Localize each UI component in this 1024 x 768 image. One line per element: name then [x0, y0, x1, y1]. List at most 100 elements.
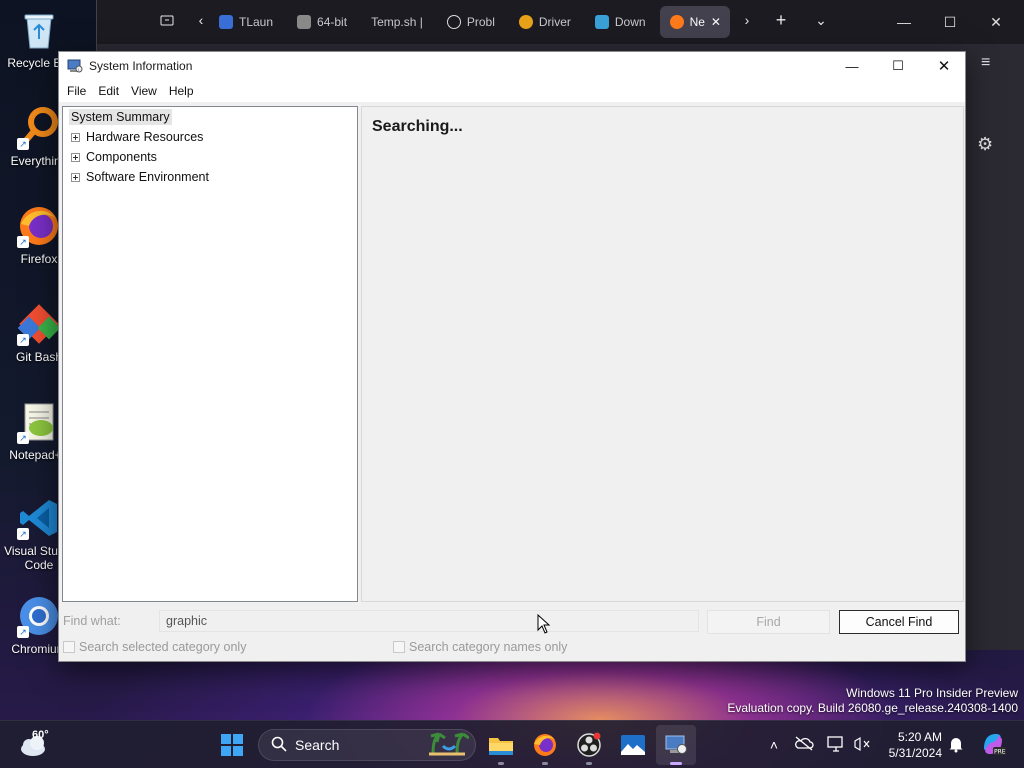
- recycle-bin-icon: [17, 8, 61, 52]
- checkbox-box[interactable]: [63, 641, 75, 653]
- system-information-app-icon: [665, 735, 687, 754]
- system-information-window: i System Information — ☐ ✕ File Edit Vie…: [58, 51, 966, 662]
- find-bar: Find what: Find Cancel Find Search selec…: [59, 606, 965, 662]
- search-selected-category-checkbox[interactable]: Search selected category only: [63, 640, 246, 654]
- search-highlight-icon: [423, 732, 470, 759]
- windows-logo-icon: [221, 734, 243, 756]
- photos-icon: [621, 735, 645, 755]
- weather-temperature: 60°: [32, 729, 49, 741]
- driver-icon: [518, 15, 533, 29]
- taskbar: 60° Search ˄ 5:20 AM 5/31/2024 PRE: [0, 720, 1024, 768]
- taskbar-firefox[interactable]: [529, 729, 561, 765]
- copilot-icon[interactable]: PRE: [980, 731, 1006, 757]
- os-watermark: Windows 11 Pro Insider Preview Evaluatio…: [727, 686, 1018, 715]
- file-icon: [297, 15, 312, 29]
- category-tree[interactable]: System Summary Hardware Resources Compon…: [62, 106, 358, 602]
- tree-item-software-environment[interactable]: Software Environment: [63, 167, 357, 187]
- menu-view[interactable]: View: [125, 80, 163, 102]
- start-button[interactable]: [216, 729, 248, 761]
- menu-help[interactable]: Help: [163, 80, 200, 102]
- network-volume-icon[interactable]: [852, 735, 872, 755]
- tree-item-hardware-resources[interactable]: Hardware Resources: [63, 127, 357, 147]
- firefox-icon: [534, 734, 556, 756]
- menu-edit[interactable]: Edit: [92, 80, 125, 102]
- search-category-names-checkbox[interactable]: Search category names only: [393, 640, 567, 654]
- minimize-button[interactable]: —: [829, 52, 875, 80]
- tree-item-system-summary[interactable]: System Summary: [63, 107, 357, 127]
- notification-bell-icon[interactable]: [946, 735, 966, 755]
- find-button[interactable]: Find: [707, 610, 830, 634]
- title-bar[interactable]: i System Information — ☐ ✕: [59, 52, 965, 80]
- tree-item-components[interactable]: Components: [63, 147, 357, 167]
- minimize-icon[interactable]: —: [881, 0, 927, 44]
- maximize-icon[interactable]: ☐: [927, 0, 973, 44]
- info-icon: [446, 15, 461, 29]
- mouse-cursor-icon: [537, 614, 551, 634]
- gear-icon[interactable]: ⚙: [977, 134, 993, 155]
- menu-bar: File Edit View Help: [59, 80, 965, 102]
- shortcut-arrow-icon: ↗: [17, 236, 29, 248]
- close-icon[interactable]: ✕: [973, 0, 1019, 44]
- browser-tab[interactable]: 64-bit: [287, 6, 357, 38]
- details-pane: Searching...: [361, 106, 964, 602]
- expand-icon[interactable]: [71, 132, 80, 142]
- clock-time: 5:20 AM: [897, 730, 942, 744]
- taskbar-search-box[interactable]: Search: [258, 729, 476, 761]
- maximize-button[interactable]: ☐: [875, 52, 921, 80]
- firefox-icon: [669, 15, 684, 29]
- svg-text:PRE: PRE: [994, 749, 1006, 756]
- vscode-icon: ↗: [17, 496, 61, 540]
- shortcut-arrow-icon: ↗: [17, 334, 29, 346]
- browser-tab[interactable]: Down: [585, 6, 656, 38]
- taskbar-system-information[interactable]: [656, 725, 696, 765]
- download-site-icon: [594, 15, 609, 29]
- shortcut-arrow-icon: ↗: [17, 432, 29, 444]
- expand-icon[interactable]: [71, 172, 80, 182]
- status-text: Searching...: [372, 118, 463, 135]
- everything-search-icon: ↗: [17, 106, 61, 150]
- notepad-plus-plus-icon: ↗: [17, 400, 61, 444]
- browser-tab-active[interactable]: Ne ✕: [659, 6, 730, 38]
- system-clock[interactable]: 5:20 AM 5/31/2024: [884, 729, 942, 761]
- maximize-icon: ☐: [892, 58, 904, 73]
- checkbox-box[interactable]: [393, 641, 405, 653]
- cancel-find-button[interactable]: Cancel Find: [839, 610, 959, 634]
- onedrive-offline-icon[interactable]: [794, 735, 814, 755]
- expand-icon[interactable]: [71, 152, 80, 162]
- obs-studio-icon: [577, 732, 601, 757]
- window-title: System Information: [89, 59, 193, 73]
- display-icon[interactable]: [826, 735, 846, 755]
- system-information-app-icon: i: [67, 59, 83, 73]
- browser-tab[interactable]: TLaun: [209, 6, 283, 38]
- menu-file[interactable]: File: [61, 80, 92, 102]
- weather-widget[interactable]: 60°: [18, 729, 50, 761]
- shortcut-arrow-icon: ↗: [17, 138, 29, 150]
- browser-tab[interactable]: Temp.sh |: [361, 6, 433, 38]
- minimize-icon: —: [845, 58, 859, 74]
- browser-tab[interactable]: Probl: [437, 6, 505, 38]
- firefox-icon: ↗: [17, 204, 61, 248]
- chevron-down-icon[interactable]: ⌄: [801, 12, 841, 29]
- browser-tab[interactable]: Driver: [509, 6, 581, 38]
- chromium-icon: ↗: [17, 594, 61, 638]
- taskbar-obs[interactable]: [573, 729, 605, 765]
- chevron-up-icon[interactable]: ˄: [764, 735, 784, 755]
- git-bash-icon: ↗: [17, 302, 61, 346]
- search-placeholder: Search: [295, 737, 340, 753]
- new-tab-icon[interactable]: +: [761, 10, 801, 31]
- find-what-label: Find what:: [63, 614, 121, 628]
- svg-text:i: i: [78, 67, 79, 72]
- search-icon: [271, 736, 287, 755]
- hamburger-menu-icon[interactable]: ≡: [981, 54, 990, 72]
- close-button[interactable]: ✕: [921, 52, 967, 80]
- folder-icon: [489, 738, 513, 755]
- close-tab-icon[interactable]: ✕: [711, 15, 721, 29]
- shortcut-arrow-icon: ↗: [17, 528, 29, 540]
- page-icon: [219, 15, 233, 29]
- find-what-input[interactable]: [159, 610, 699, 632]
- shortcut-arrow-icon: ↗: [17, 626, 29, 638]
- clock-date: 5/31/2024: [888, 746, 942, 760]
- taskbar-file-explorer[interactable]: [485, 729, 517, 765]
- taskbar-photos[interactable]: [617, 729, 649, 761]
- close-icon: ✕: [937, 58, 951, 75]
